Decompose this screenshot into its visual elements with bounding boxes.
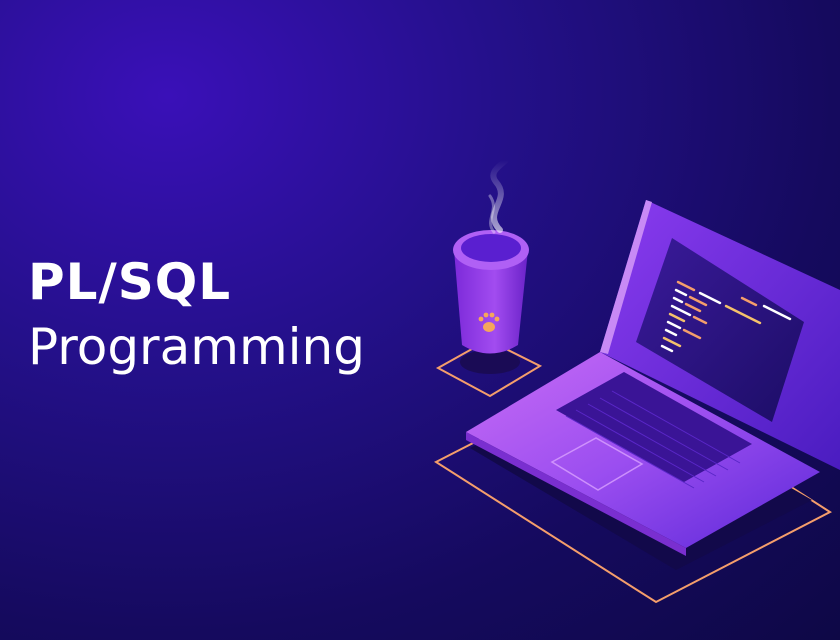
laptop-and-coffee-illustration <box>433 157 840 604</box>
steam-wisp <box>488 194 496 234</box>
cup-shadow <box>460 350 520 374</box>
steam-icon <box>490 157 509 233</box>
cup-opening <box>461 234 521 262</box>
coffee-cup-icon <box>435 157 543 398</box>
